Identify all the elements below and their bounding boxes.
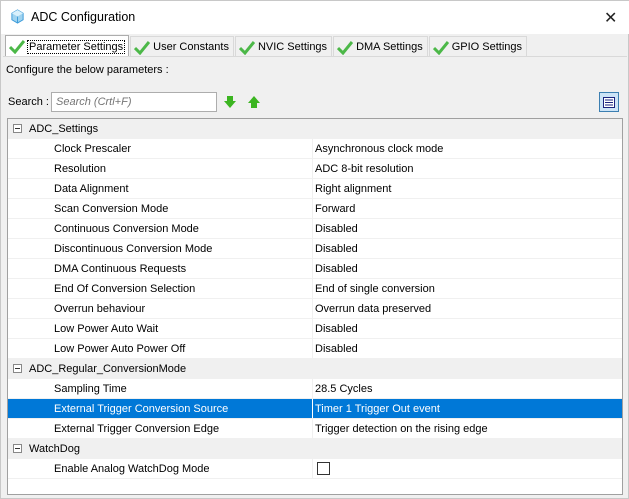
table-row[interactable]: Data Alignment Right alignment [8,179,622,199]
window-title: ADC Configuration [31,10,136,24]
title-bar: ADC Configuration ✕ [1,1,629,34]
param-value[interactable]: End of single conversion [313,283,435,295]
cube-icon [11,9,24,24]
tab-user-constants[interactable]: User Constants [130,36,234,57]
param-name: Clock Prescaler [8,139,313,158]
table-row[interactable]: Discontinuous Conversion Mode Disabled [8,239,622,259]
table-row[interactable]: External Trigger Conversion Source Timer … [8,399,622,419]
param-name: Resolution [8,159,313,178]
param-name: End Of Conversion Selection [8,279,313,298]
table-row[interactable]: Low Power Auto Power Off Disabled [8,339,622,359]
param-name: Scan Conversion Mode [8,199,313,218]
table-row[interactable]: Overrun behaviour Overrun data preserved [8,299,622,319]
tab-dma-settings[interactable]: DMA Settings [333,36,428,57]
param-name: Discontinuous Conversion Mode [8,239,313,258]
tab-nvic-settings[interactable]: NVIC Settings [234,36,333,57]
param-name: Continuous Conversion Mode [8,219,313,238]
table-row[interactable]: DMA Continuous Requests Disabled [8,259,622,279]
group-header[interactable]: ADC_Regular_ConversionMode [8,359,622,379]
param-value[interactable]: Disabled [313,343,358,355]
param-value[interactable]: Forward [313,203,355,215]
param-name: Data Alignment [8,179,313,198]
group-header[interactable]: WatchDog [8,439,622,459]
param-name: Sampling Time [8,379,313,398]
param-value[interactable]: Disabled [313,323,358,335]
param-value[interactable]: Disabled [313,223,358,235]
param-name: External Trigger Conversion Source [8,399,313,418]
table-row[interactable]: Continuous Conversion Mode Disabled [8,219,622,239]
tab-gpio-settings[interactable]: GPIO Settings [428,36,528,57]
param-value[interactable]: 28.5 Cycles [313,383,372,395]
search-label: Search : [8,96,49,108]
param-value[interactable]: Asynchronous clock mode [313,143,443,155]
table-row[interactable]: End Of Conversion Selection End of single… [8,279,622,299]
param-value[interactable]: Trigger detection on the rising edge [313,423,488,435]
param-name: DMA Continuous Requests [8,259,313,278]
table-row[interactable]: Scan Conversion Mode Forward [8,199,622,219]
table-row[interactable]: Resolution ADC 8-bit resolution [8,159,622,179]
parameter-table: ADC_Settings Clock Prescaler Asynchronous … [7,118,623,495]
param-value[interactable]: ADC 8-bit resolution [313,163,413,175]
table-row[interactable]: Enable Analog WatchDog Mode [8,459,622,479]
param-name: External Trigger Conversion Edge [8,419,313,438]
group-name: ADC_Regular_ConversionMode [29,362,187,375]
check-icon [238,40,255,55]
enable-checkbox[interactable] [317,462,330,475]
check-icon [337,40,354,55]
arrow-down-icon[interactable] [224,96,236,108]
param-name: Enable Analog WatchDog Mode [8,459,313,478]
tab-bar: Parameter Settings User Constants NVIC S… [5,35,528,57]
param-value[interactable]: Disabled [313,263,358,275]
param-value[interactable]: Disabled [313,243,358,255]
param-name: Low Power Auto Wait [8,319,313,338]
table-row[interactable]: External Trigger Conversion Edge Trigger … [8,419,622,439]
param-name: Overrun behaviour [8,299,313,318]
collapse-icon[interactable] [13,364,22,373]
table-row[interactable]: Clock Prescaler Asynchronous clock mode [8,139,622,159]
table-row[interactable]: Sampling Time 28.5 Cycles [8,379,622,399]
close-icon[interactable]: ✕ [604,8,617,28]
group-name: WatchDog [29,442,80,455]
arrow-up-icon[interactable] [248,96,260,108]
list-icon [603,96,615,108]
collapse-icon[interactable] [13,124,22,133]
check-icon [9,40,25,54]
table-row[interactable]: Low Power Auto Wait Disabled [8,319,622,339]
check-icon [134,40,151,55]
search-input[interactable] [51,92,217,112]
tab-parameter-settings[interactable]: Parameter Settings [5,35,130,57]
configure-label: Configure the below parameters : [6,64,169,76]
group-header[interactable]: ADC_Settings [8,119,622,139]
check-icon [432,40,449,55]
param-value[interactable]: Timer 1 Trigger Out event [313,403,440,415]
list-view-button[interactable] [599,92,619,112]
collapse-icon[interactable] [13,444,22,453]
group-name: ADC_Settings [29,122,99,135]
param-value[interactable]: Right alignment [313,183,391,195]
param-value[interactable]: Overrun data preserved [313,303,431,315]
param-name: Low Power Auto Power Off [8,339,313,358]
